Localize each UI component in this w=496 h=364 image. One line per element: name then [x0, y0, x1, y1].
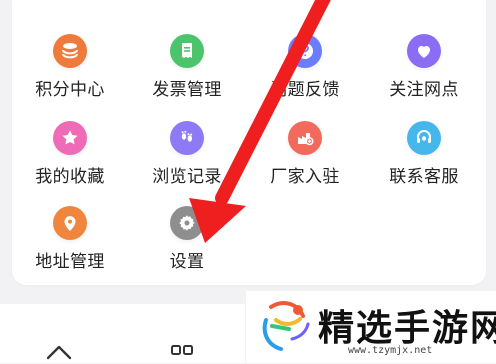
menu-item-address-management[interactable]: 地址管理	[15, 206, 125, 272]
gear-icon	[170, 206, 204, 240]
menu-item-label: 浏览记录	[152, 167, 222, 187]
menu-item-browse-history[interactable]: 浏览记录	[132, 121, 242, 187]
invoice-icon	[170, 34, 204, 68]
home-icon[interactable]	[44, 342, 74, 362]
menu-item-label: 联系客服	[389, 167, 459, 187]
menu-item-label: 设置	[169, 252, 205, 272]
menu-item-label: 积分中心	[35, 80, 105, 100]
menu-item-label: 我的收藏	[35, 167, 105, 187]
menu-item-label: 发票管理	[152, 80, 222, 100]
factory-icon	[288, 121, 322, 155]
menu-item-label: 地址管理	[35, 252, 105, 272]
settings-card: 积分中心 发票管理 问题反馈 关注网点 我的收藏 浏览记录 厂家入驻 联系客服 …	[12, 0, 486, 285]
watermark-title: 精选手游网	[318, 308, 496, 349]
menu-item-label: 厂家入驻	[270, 167, 340, 187]
heart-icon	[407, 34, 441, 68]
site-watermark: 精选手游网 www.tzymjx.net	[245, 291, 496, 363]
menu-item-manufacturer-entry[interactable]: 厂家入驻	[250, 121, 360, 187]
location-pin-icon	[53, 206, 87, 240]
menu-item-favorites[interactable]: 我的收藏	[15, 121, 125, 187]
coin-stack-icon	[53, 34, 87, 68]
grid-icon[interactable]	[170, 344, 196, 364]
menu-item-feedback[interactable]: 问题反馈	[250, 34, 360, 100]
menu-item-settings[interactable]: 设置	[132, 206, 242, 272]
menu-item-label: 关注网点	[389, 80, 459, 100]
watermark-url: www.tzymjx.net	[348, 345, 433, 356]
support-icon	[407, 121, 441, 155]
site-logo-icon	[262, 301, 310, 351]
star-icon	[53, 121, 87, 155]
menu-item-customer-service[interactable]: 联系客服	[369, 121, 479, 187]
menu-item-points-center[interactable]: 积分中心	[15, 34, 125, 100]
question-icon	[288, 34, 322, 68]
footprint-icon	[170, 121, 204, 155]
menu-item-label: 问题反馈	[270, 80, 340, 100]
menu-item-invoice-management[interactable]: 发票管理	[132, 34, 242, 100]
menu-item-followed-outlets[interactable]: 关注网点	[369, 34, 479, 100]
